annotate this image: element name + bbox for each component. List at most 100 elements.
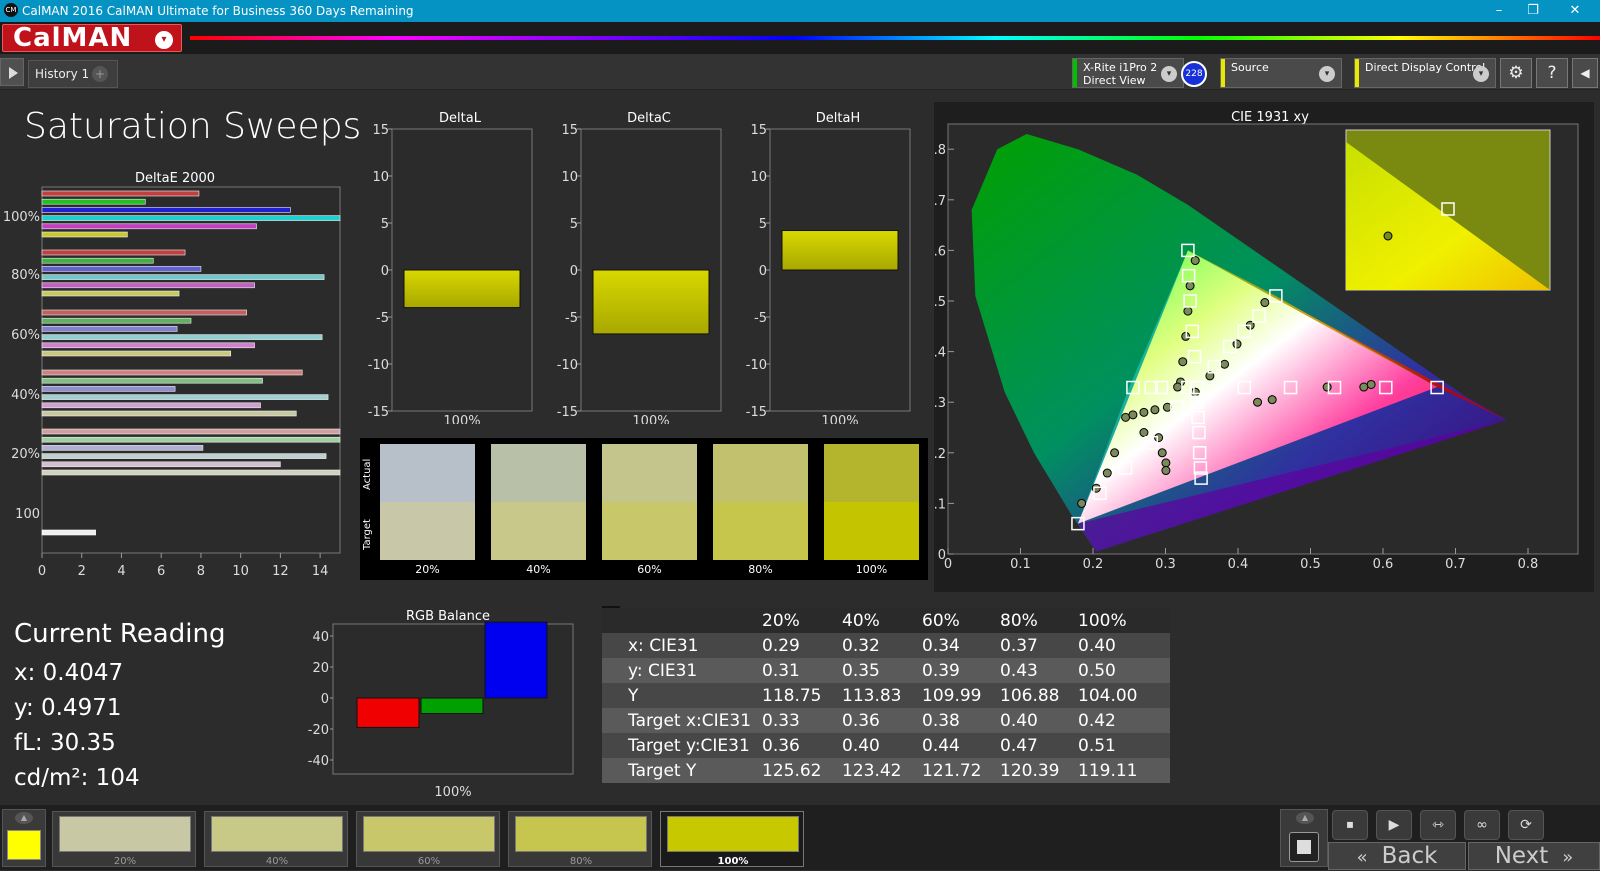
meter-dropdown[interactable]: X-Rite i1Pro 2 Direct View ▾ <box>1072 58 1184 88</box>
cie-reading-point <box>1253 397 1263 407</box>
help-icon[interactable]: ? <box>1536 58 1568 88</box>
cie-x-label: 0 <box>944 557 952 572</box>
sweep-tile-label: 80% <box>569 856 593 867</box>
table-row: Y 118.75 113.83 109.99 106.88 104.00 <box>602 683 1170 708</box>
cie-reading-point <box>1322 382 1332 392</box>
settings-gear-icon[interactable]: ⚙ <box>1500 58 1532 88</box>
table-cell: 0.36 <box>762 736 800 756</box>
table-cell: 0.50 <box>1078 661 1116 681</box>
add-tab-icon[interactable]: + <box>92 66 108 82</box>
deltae-bar <box>41 402 261 409</box>
cie-reading-point <box>1267 395 1277 405</box>
deltae-bar <box>41 274 325 280</box>
stop-icon[interactable]: ⏹ <box>1332 810 1368 840</box>
cie-reading-point <box>1128 410 1138 420</box>
back-button[interactable]: « Back <box>1328 842 1466 870</box>
table-cell: 104.00 <box>1078 686 1138 706</box>
table-cell: 0.47 <box>1000 736 1038 756</box>
cie-x-label: 0.6 <box>1373 557 1394 572</box>
sweep-tile[interactable]: 60% <box>356 811 500 867</box>
sweep-tile[interactable]: 20% <box>52 811 196 867</box>
stop-panel: ▲ <box>1280 809 1328 867</box>
next-button[interactable]: Next » <box>1468 842 1600 870</box>
play-icon[interactable]: ▶ <box>1376 810 1412 840</box>
chevron-down-icon: ▾ <box>1161 66 1177 82</box>
up-icon[interactable]: ▲ <box>15 812 33 824</box>
deltae-bar <box>41 461 281 468</box>
cie-x-label: 0.7 <box>1445 557 1466 572</box>
table-cell: 0.33 <box>762 711 800 731</box>
cie-x-label: 0.1 <box>1010 557 1031 572</box>
target-swatch <box>380 502 475 560</box>
display-dropdown[interactable]: Direct Display Control ▾ <box>1354 58 1496 88</box>
rgb-y-label: -20 <box>308 723 329 738</box>
table-cell: 121.72 <box>922 761 982 781</box>
sweep-tile[interactable]: 40% <box>204 811 348 867</box>
deltae-x-label: 10 <box>232 564 249 578</box>
sweep-tile[interactable]: 100% <box>660 811 804 867</box>
source-dropdown[interactable]: Source ▾ <box>1220 58 1342 88</box>
swatch-panel: Actual Target 20% 40% 60% 80% 100% <box>360 438 928 580</box>
deltae-bar <box>41 428 341 435</box>
cie-x-label: 0.8 <box>1518 557 1539 572</box>
sweep-tile[interactable]: 80% <box>508 811 652 867</box>
deltae-bar <box>41 223 257 230</box>
chevron-down-icon[interactable]: ▾ <box>155 31 173 49</box>
table-cell: 125.62 <box>762 761 822 781</box>
delta-y-label: 0 <box>381 264 389 279</box>
table-cell: 113.83 <box>842 686 902 706</box>
deltae-x-label: 0 <box>38 564 46 578</box>
deltae-bar <box>41 309 247 316</box>
deltae-x-label: 14 <box>312 564 329 578</box>
cie-reading-point <box>1102 468 1112 478</box>
stop-button[interactable] <box>1289 832 1319 862</box>
delta-y-label: -15 <box>368 405 389 420</box>
cie-y-label: 0.2 <box>934 447 946 462</box>
table-row-label: Target Y <box>628 761 697 781</box>
cie-reading-point <box>1157 448 1167 458</box>
table-cell: 0.43 <box>1000 661 1038 681</box>
deltae-bar <box>41 377 263 384</box>
delta-y-label: 0 <box>759 264 767 279</box>
refresh-icon[interactable]: ⟳ <box>1508 810 1544 840</box>
close-button[interactable]: ✕ <box>1558 1 1592 21</box>
deltae-bar <box>41 290 180 297</box>
measure-icon[interactable]: ⇿ <box>1420 810 1456 840</box>
deltae-x-label: 4 <box>117 564 125 578</box>
deltae-x-label: 6 <box>157 564 165 578</box>
rgb-y-label: -40 <box>308 754 329 769</box>
loop-icon[interactable]: ∞ <box>1464 810 1500 840</box>
table-column-header: 100% <box>1078 611 1127 631</box>
collapse-icon[interactable]: ◀ <box>1572 58 1598 88</box>
delta-y-label: 5 <box>759 217 767 232</box>
cie-y-label: 0.6 <box>934 244 946 259</box>
deltae-bar <box>41 386 176 392</box>
deltae-y-label: 80% <box>11 268 40 283</box>
deltae-bar <box>41 445 204 451</box>
rgb-y-label: 0 <box>321 692 329 707</box>
table-cell: 0.36 <box>842 711 880 731</box>
deltae-bar <box>41 453 327 459</box>
next-label: Next <box>1494 843 1549 869</box>
minimize-button[interactable]: – <box>1482 1 1516 21</box>
cie-reading-point <box>1154 433 1164 443</box>
up-icon[interactable]: ▲ <box>1296 812 1314 824</box>
sweep-tile-swatch <box>59 816 191 852</box>
deltae-y-label: 20% <box>11 447 40 462</box>
table-cell: 0.38 <box>922 711 960 731</box>
rainbow-divider <box>190 36 1600 40</box>
target-swatch <box>824 502 919 560</box>
delta-y-label: -5 <box>376 311 389 326</box>
delta-chart: 15 10 5 0 -5 -10 -15 100% <box>746 124 911 424</box>
restore-button[interactable]: ❐ <box>1516 1 1550 21</box>
cie-reading-point <box>1220 359 1230 369</box>
swatch-label: 20% <box>415 563 440 576</box>
table-row-label: Target y:CIE31 <box>628 736 750 756</box>
play-icon[interactable] <box>0 58 24 86</box>
window-title: CalMAN 2016 CalMAN Ultimate for Business… <box>22 4 414 18</box>
deltae-x-label: 2 <box>78 564 86 578</box>
app-icon: CM <box>4 3 18 17</box>
target-label: Target <box>362 519 373 550</box>
table-column-header: 60% <box>922 611 960 631</box>
deltae-bar <box>41 231 128 238</box>
